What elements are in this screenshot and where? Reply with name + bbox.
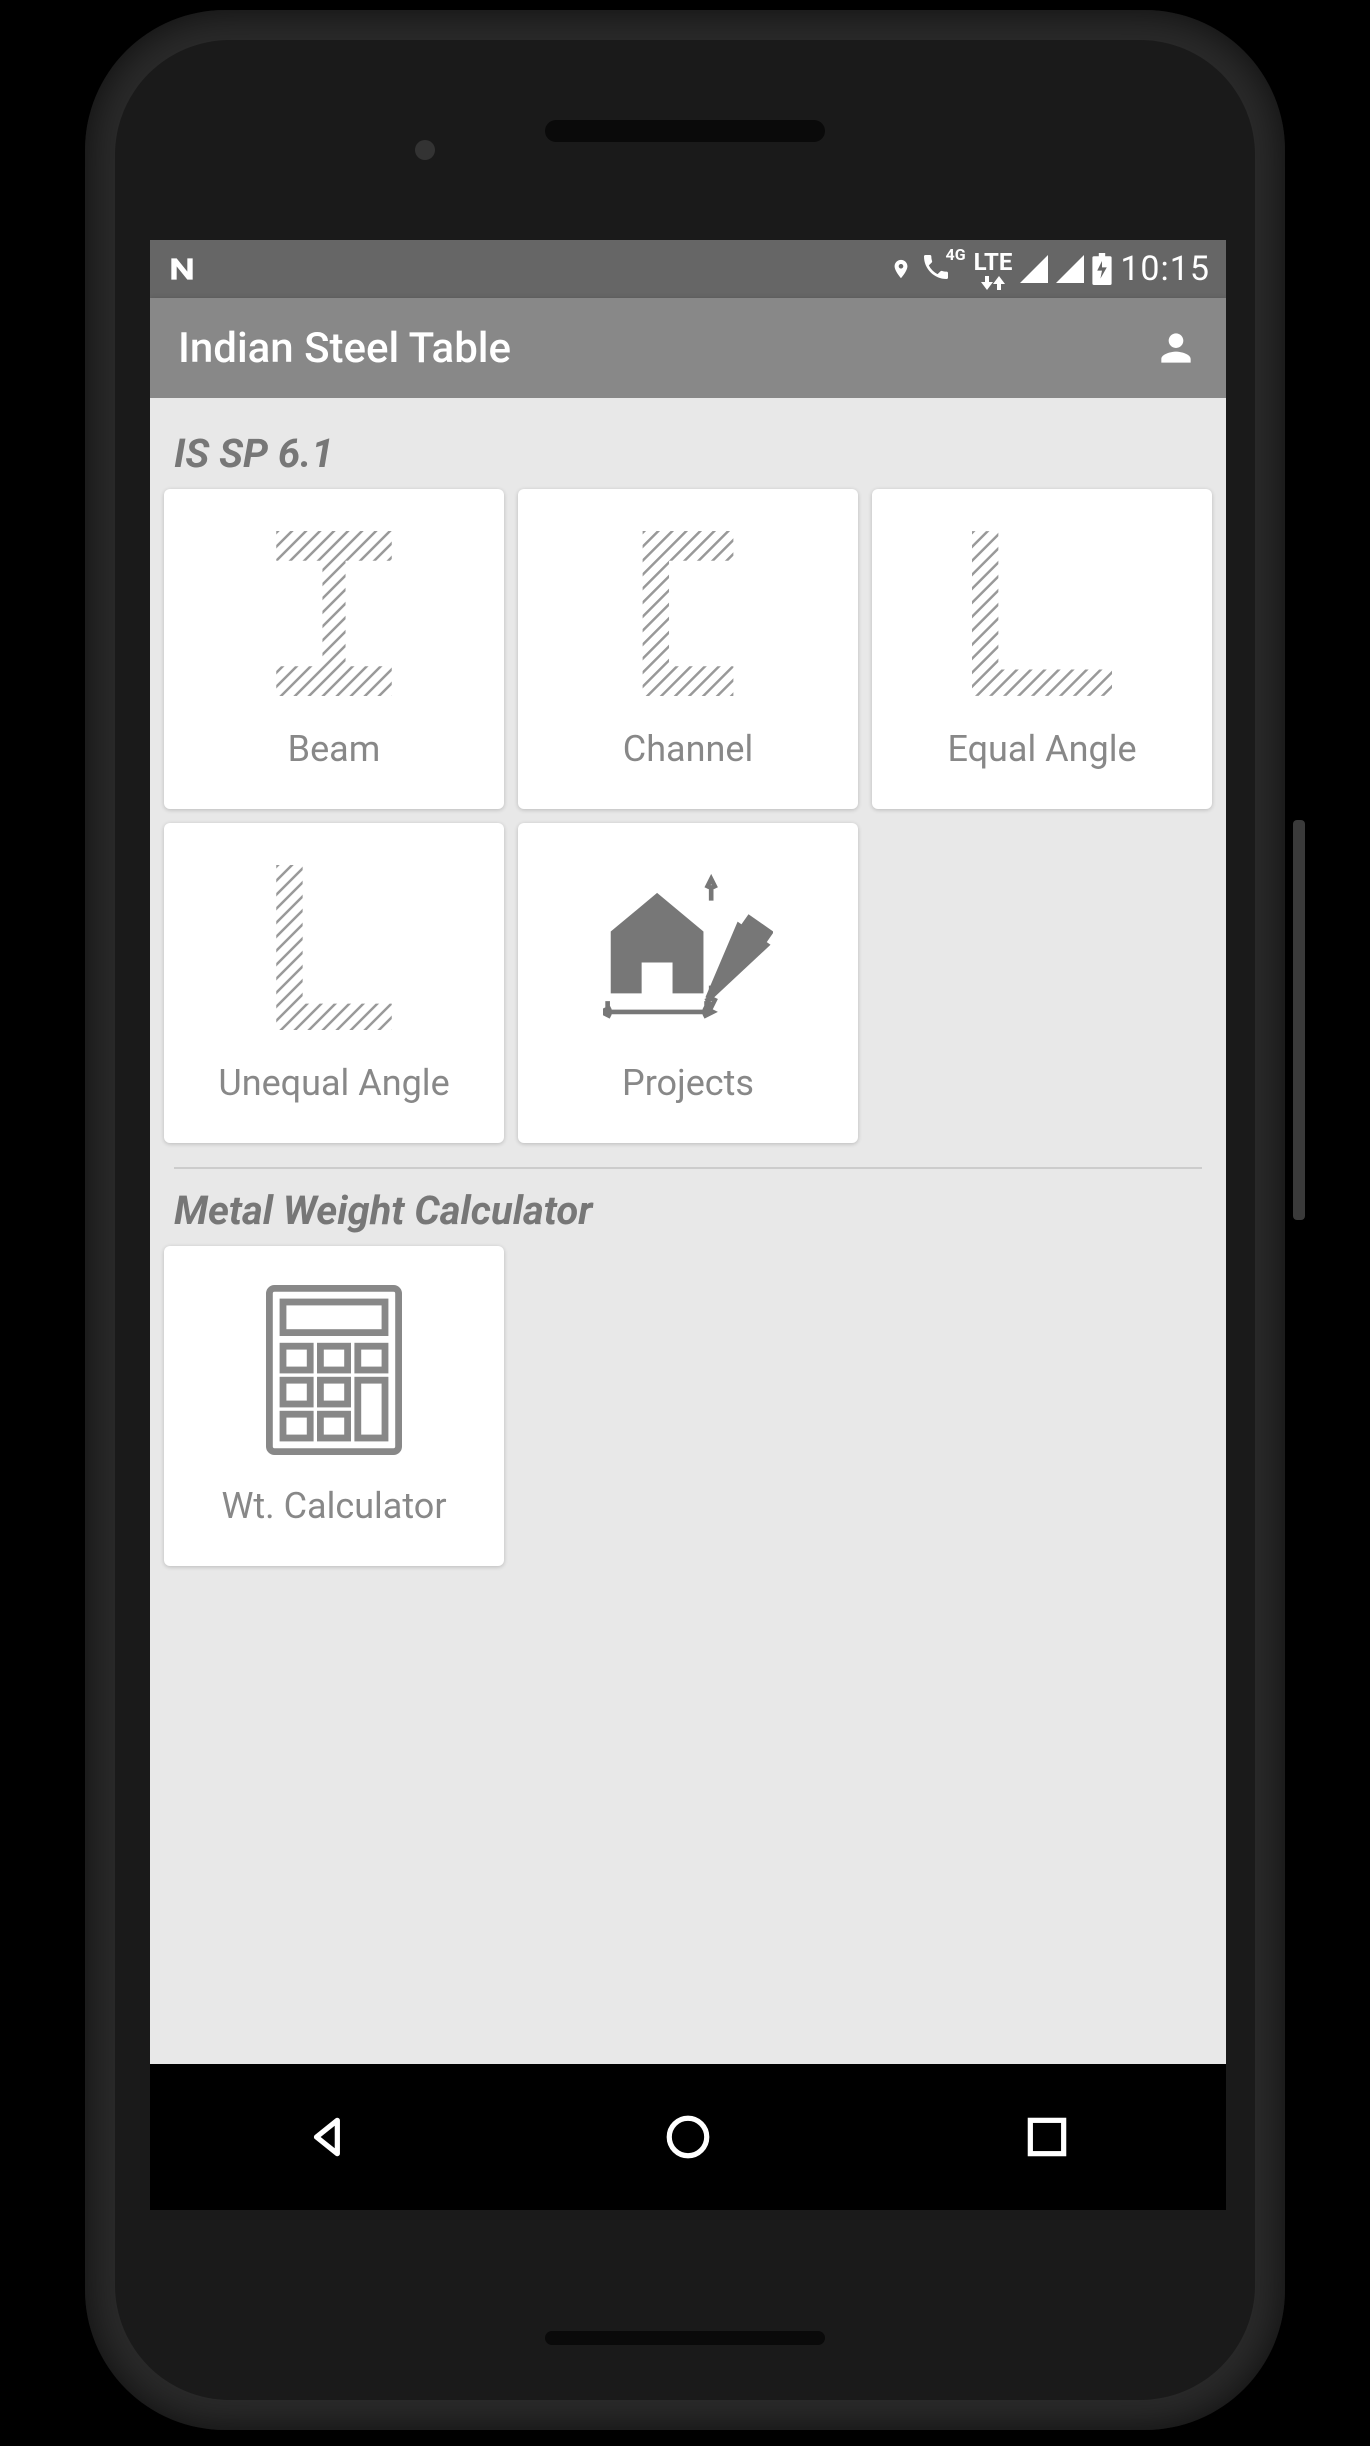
card-equal-angle[interactable]: Equal Angle [872,489,1212,809]
section-divider [174,1167,1202,1169]
card-channel-label: Channel [623,728,753,770]
beam-icon [249,528,419,698]
card-beam[interactable]: Beam [164,489,504,809]
data-arrows-icon [981,276,1005,290]
channel-icon [603,528,773,698]
lte-label: LTE [974,248,1013,276]
phone-speaker-bottom [545,2331,825,2345]
status-time: 10:15 [1120,249,1210,289]
app-title: Indian Steel Table [178,324,511,373]
card-unequal-angle[interactable]: Unequal Angle [164,823,504,1143]
nav-recent-button[interactable] [1022,2112,1072,2162]
unequal-angle-icon [249,862,419,1032]
phone-4g-icon: 4G [920,251,952,287]
signal-icon-1 [1020,255,1048,283]
card-projects[interactable]: Projects [518,823,858,1143]
section-title-calc: Metal Weight Calculator [174,1187,1202,1234]
card-wt-calculator[interactable]: Wt. Calculator [164,1246,504,1566]
equal-angle-icon [957,528,1127,698]
phone-frame: 4G LTE 10:15 Indian St [0,0,1370,2446]
status-bar: 4G LTE 10:15 [150,240,1226,298]
phone-camera [415,140,435,160]
signal-icon-2 [1056,255,1084,283]
calc-grid: Wt. Calculator [164,1246,1212,1566]
phone-speaker [545,120,825,142]
location-icon [890,254,912,284]
status-right: 4G LTE 10:15 [890,248,1210,290]
app-bar: Indian Steel Table [150,298,1226,398]
android-nav-bar [150,2064,1226,2210]
screen: 4G LTE 10:15 Indian St [150,240,1226,2210]
android-n-icon [166,253,198,285]
profile-icon[interactable] [1154,326,1198,370]
card-channel[interactable]: Channel [518,489,858,809]
nav-home-button[interactable] [663,2112,713,2162]
calculator-icon [249,1285,419,1455]
lte-indicator: LTE [974,248,1013,290]
fourg-label: 4G [946,245,966,264]
sp61-grid: Beam Channel Equ [164,489,1212,1143]
projects-icon [603,862,773,1032]
status-left [166,253,198,285]
card-projects-label: Projects [622,1062,754,1104]
card-unequal-angle-label: Unequal Angle [218,1062,449,1104]
phone-side-button [1293,820,1305,1220]
nav-back-button[interactable] [304,2112,354,2162]
card-wt-calc-label: Wt. Calculator [221,1485,446,1527]
card-beam-label: Beam [288,728,381,770]
battery-icon [1092,253,1112,285]
section-title-sp61: IS SP 6.1 [174,430,1202,477]
content-area: IS SP 6.1 Beam [150,398,1226,1580]
card-equal-angle-label: Equal Angle [947,728,1136,770]
